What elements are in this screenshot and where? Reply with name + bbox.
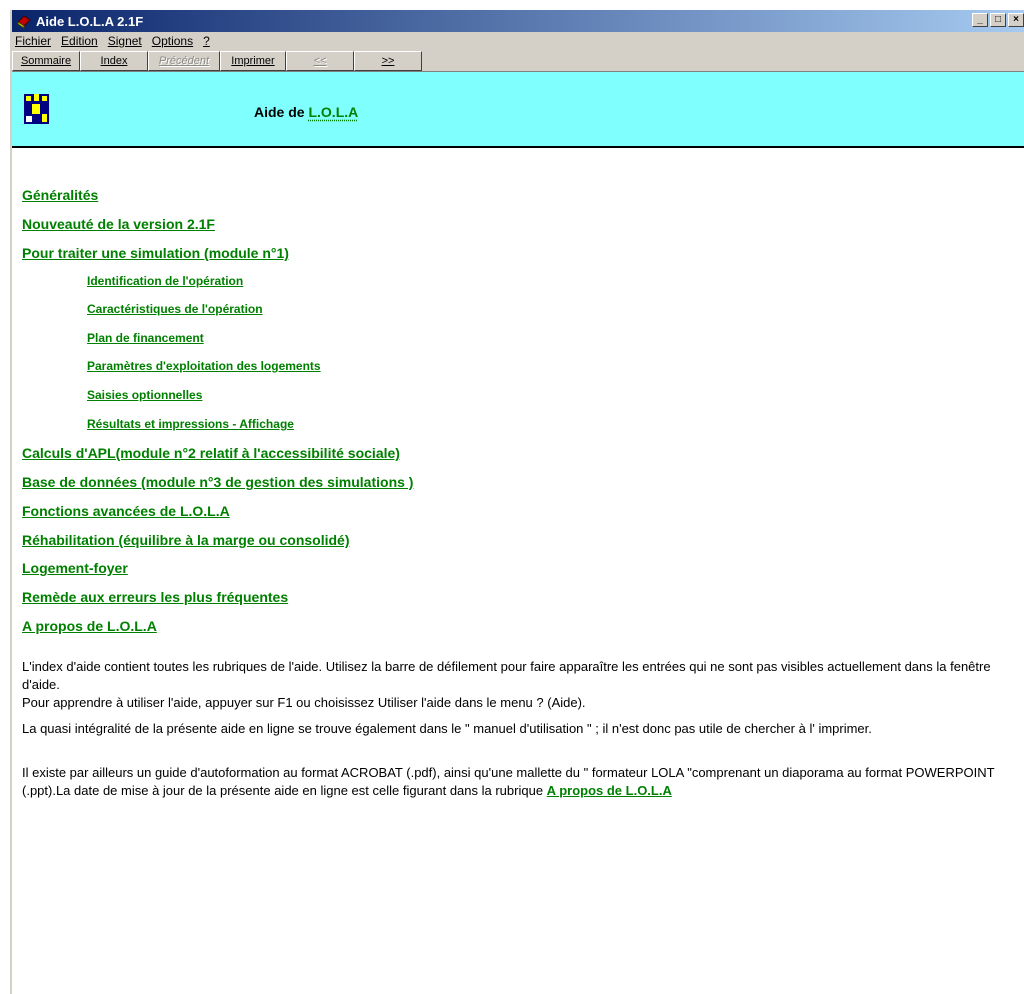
topic-link-fonctions-avancees[interactable]: Fonctions avancées de L.O.L.A — [22, 503, 230, 519]
topic-link-apl[interactable]: Calculs d'APL(module n°2 relatif à l'acc… — [22, 445, 400, 461]
close-icon[interactable]: × — [1008, 13, 1024, 27]
sommaire-button[interactable]: Sommaire — [12, 50, 80, 71]
topic-link-nouveaute[interactable]: Nouveauté de la version 2.1F — [22, 216, 215, 232]
subtopic-link-resultats[interactable]: Résultats et impressions - Affichage — [87, 417, 294, 431]
button-bar: Sommaire Index Précédent Imprimer << >> — [12, 50, 1024, 72]
subtopic-link-saisies[interactable]: Saisies optionnelles — [87, 388, 202, 402]
minimize-icon[interactable]: _ — [972, 13, 988, 27]
subtopic-link-identification[interactable]: Identification de l'opération — [87, 274, 243, 288]
title-bar[interactable]: Aide L.O.L.A 2.1F _ □ × — [12, 10, 1024, 32]
browse-back-button[interactable]: << — [286, 50, 354, 71]
autoformation-paragraph: Il existe par ailleurs un guide d'autofo… — [22, 765, 995, 798]
precedent-button[interactable]: Précédent — [148, 50, 220, 71]
menu-signet[interactable]: Signet — [103, 34, 147, 48]
maximize-icon[interactable]: □ — [990, 13, 1006, 27]
menu-edition[interactable]: Edition — [56, 34, 103, 48]
topic-link-rehabilitation[interactable]: Réhabilitation (équilibre à la marge ou … — [22, 532, 350, 548]
menu-fichier[interactable]: Fichier — [12, 34, 56, 48]
index-help-paragraph: L'index d'aide contient toutes les rubri… — [22, 659, 991, 710]
topic-header: Aide de L.O.L.A — [12, 72, 1024, 148]
help-content: Généralités Nouveauté de la version 2.1F… — [12, 148, 1024, 994]
topic-link-a-propos[interactable]: A propos de L.O.L.A — [22, 618, 157, 634]
subtopic-link-parametres[interactable]: Paramètres d'exploitation des logements — [87, 359, 321, 373]
help-window: Aide L.O.L.A 2.1F _ □ × Fichier Edition … — [10, 10, 1024, 994]
menu-bar: Fichier Edition Signet Options ? — [12, 32, 1024, 50]
a-propos-inline-link[interactable]: A propos de L.O.L.A — [547, 783, 672, 798]
lola-glossary-link[interactable]: L.O.L.A — [308, 104, 358, 120]
menu-help[interactable]: ? — [198, 34, 215, 48]
topic-link-generalites[interactable]: Généralités — [22, 187, 98, 203]
topic-link-base-donnees[interactable]: Base de données (module n°3 de gestion d… — [22, 474, 413, 490]
index-button[interactable]: Index — [80, 50, 148, 71]
page-title: Aide de L.O.L.A — [254, 104, 359, 120]
browse-forward-button[interactable]: >> — [354, 50, 422, 71]
menu-options[interactable]: Options — [147, 34, 198, 48]
topic-link-erreurs[interactable]: Remède aux erreurs les plus fréquentes — [22, 589, 288, 605]
imprimer-button[interactable]: Imprimer — [220, 50, 286, 71]
manual-paragraph: La quasi intégralité de la présente aide… — [22, 721, 872, 736]
lola-logo-icon — [24, 94, 49, 124]
subtopic-link-financement[interactable]: Plan de financement — [87, 331, 204, 345]
topic-link-logement-foyer[interactable]: Logement-foyer — [22, 560, 128, 576]
subtopic-link-caracteristiques[interactable]: Caractéristiques de l'opération — [87, 302, 263, 316]
topic-link-simulation[interactable]: Pour traiter une simulation (module n°1) — [22, 245, 289, 261]
help-book-icon — [17, 15, 31, 29]
window-title: Aide L.O.L.A 2.1F — [36, 13, 144, 29]
